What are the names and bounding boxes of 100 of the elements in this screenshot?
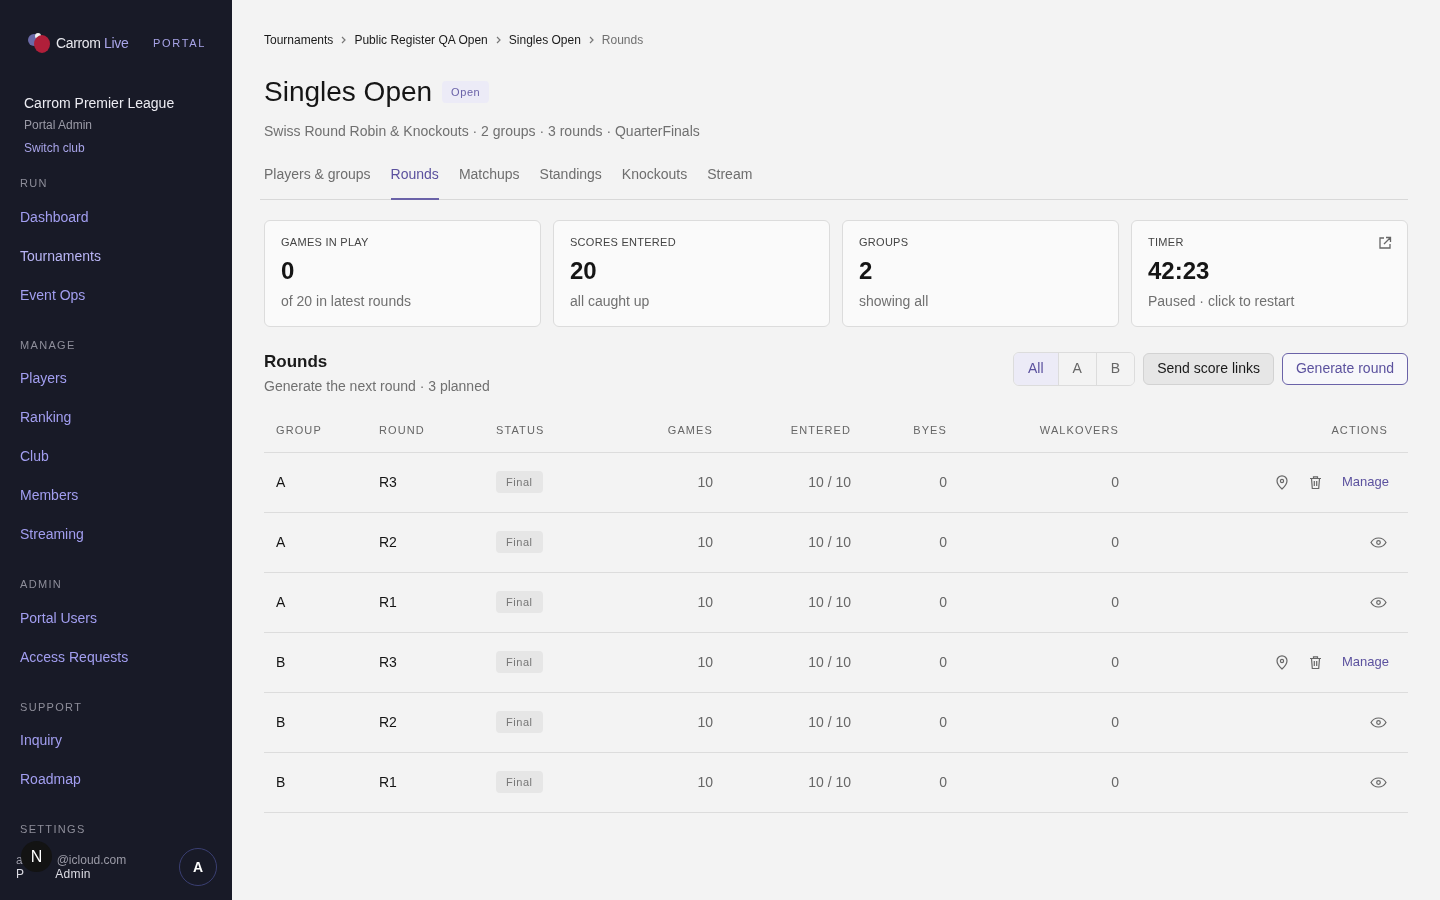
chevron-icon: [495, 36, 501, 44]
column-header: GAMES: [667, 424, 713, 436]
trash-icon[interactable]: [1309, 474, 1322, 490]
trash-icon[interactable]: [1309, 654, 1322, 670]
table-cell: R3: [379, 473, 397, 490]
table-cell: 10: [697, 593, 713, 610]
table-cell: 0: [939, 473, 947, 490]
status-badge: Final: [496, 530, 543, 554]
tab[interactable]: Rounds: [390, 164, 439, 200]
eye-icon[interactable]: [1370, 776, 1387, 788]
nav-section-title: SETTINGS: [20, 822, 87, 837]
external-link-icon[interactable]: [1378, 236, 1392, 250]
nav-item[interactable]: Tournaments: [20, 236, 212, 276]
status-badge: Final: [496, 650, 543, 674]
stat-note: all caught up: [570, 291, 651, 311]
breadcrumb-link[interactable]: Tournaments: [264, 31, 334, 49]
column-header: ACTIONS: [1331, 424, 1388, 436]
stat-label: SCORES ENTERED: [570, 235, 676, 250]
pin-icon[interactable]: [1275, 654, 1289, 670]
page-title: Singles Open: [264, 75, 433, 109]
table-cell: A: [276, 473, 286, 490]
table-cell: 0: [1111, 653, 1119, 670]
nav-item[interactable]: Portal Users: [20, 598, 212, 638]
nav-section-title: SUPPORT: [20, 699, 84, 715]
club-name: Carrom Premier League: [24, 94, 176, 113]
stat-label: GROUPS: [859, 235, 909, 250]
table-cell: 0: [1111, 713, 1119, 730]
column-header: GROUP: [276, 424, 322, 436]
table-cell: R2: [379, 533, 397, 550]
stat-value: 0: [281, 255, 296, 286]
eye-icon[interactable]: [1370, 716, 1387, 728]
status-badge: Final: [496, 770, 543, 794]
table-cell: 0: [1111, 593, 1119, 610]
filter-button[interactable]: All: [1013, 352, 1058, 385]
column-header: ROUND: [379, 424, 425, 436]
table-cell: 10 / 10: [808, 593, 851, 610]
breadcrumb-link[interactable]: Public Register QA Open: [354, 31, 488, 49]
table-cell: 10 / 10: [808, 533, 851, 550]
nav-section-title: MANAGE: [20, 337, 77, 353]
table-cell: 10: [697, 773, 713, 790]
generate-round-button[interactable]: Generate round: [1281, 352, 1408, 385]
nav-item[interactable]: Inquiry: [20, 721, 212, 760]
table-cell: 10: [697, 713, 713, 730]
nav-item[interactable]: Roadmap: [20, 760, 212, 799]
status-badge: Final: [496, 710, 543, 734]
eye-icon[interactable]: [1370, 536, 1387, 548]
nav-item[interactable]: Access Requests: [20, 637, 212, 677]
stat-note: showing all: [859, 291, 930, 311]
switch-club-link[interactable]: Switch club: [24, 139, 208, 157]
table-cell: 0: [939, 713, 947, 730]
send-score-links-button[interactable]: Send score links: [1143, 352, 1274, 385]
table-cell: B: [276, 653, 286, 670]
manage-link[interactable]: Manage: [1342, 472, 1389, 492]
nav-item[interactable]: Ranking: [20, 398, 212, 437]
breadcrumb-link[interactable]: Singles Open: [508, 31, 581, 49]
tab[interactable]: Standings: [539, 164, 602, 200]
stat-value: 42:23: [1148, 255, 1211, 286]
tab[interactable]: Stream: [707, 164, 753, 200]
column-header: WALKOVERS: [1039, 424, 1119, 436]
nav-item[interactable]: Event Ops: [20, 275, 212, 315]
nav-item[interactable]: Club: [20, 437, 212, 476]
tab[interactable]: Knockouts: [621, 164, 688, 200]
brand-name: Carrom Live: [56, 33, 129, 53]
table-cell: 10 / 10: [808, 653, 851, 670]
eye-icon[interactable]: [1370, 596, 1387, 608]
portal-label: PORTAL: [153, 35, 206, 51]
table-cell: A: [276, 533, 286, 550]
table-cell: R1: [379, 773, 397, 790]
chevron-icon: [588, 36, 594, 44]
user-email: @icloud.com: [56, 853, 127, 867]
page-subtitle: Swiss Round Robin & Knockouts · 2 groups · 3 rounds · QuarterFinals: [264, 122, 701, 141]
stat-value: 20: [570, 255, 598, 286]
manage-link[interactable]: Manage: [1342, 652, 1389, 672]
nav-item[interactable]: Members: [20, 476, 212, 515]
nav-item[interactable]: Players: [20, 359, 212, 398]
column-header: ENTERED: [790, 424, 851, 436]
filter-button[interactable]: B: [1095, 352, 1135, 385]
table-cell: 0: [939, 533, 947, 550]
nav-item[interactable]: Streaming: [20, 515, 212, 554]
table-cell: 0: [1111, 533, 1119, 550]
table-cell: R1: [379, 593, 397, 610]
nav-item[interactable]: Dashboard: [20, 197, 212, 237]
tab[interactable]: Matchups: [458, 164, 520, 200]
club-role: Portal Admin: [24, 117, 94, 134]
pin-icon[interactable]: [1275, 474, 1289, 490]
section-subtitle: Generate the next round · 3 planned: [264, 377, 490, 396]
section-title: Rounds: [264, 350, 329, 373]
table-cell: 10 / 10: [808, 473, 851, 490]
stat-note: of 20 in latest rounds: [281, 291, 412, 311]
stat-value: 2: [859, 255, 874, 286]
nav-section-title: RUN: [20, 176, 49, 191]
user-role: Admin: [55, 867, 91, 881]
column-header: BYES: [913, 424, 947, 436]
stat-label: TIMER: [1148, 235, 1184, 250]
breadcrumb-link[interactable]: Rounds: [601, 31, 644, 49]
status-badge: Open: [442, 80, 490, 104]
tab[interactable]: Players & groups: [264, 164, 371, 200]
nav-section-title: ADMIN: [20, 577, 64, 592]
chevron-icon: [341, 36, 347, 44]
table-cell: 10: [697, 653, 713, 670]
